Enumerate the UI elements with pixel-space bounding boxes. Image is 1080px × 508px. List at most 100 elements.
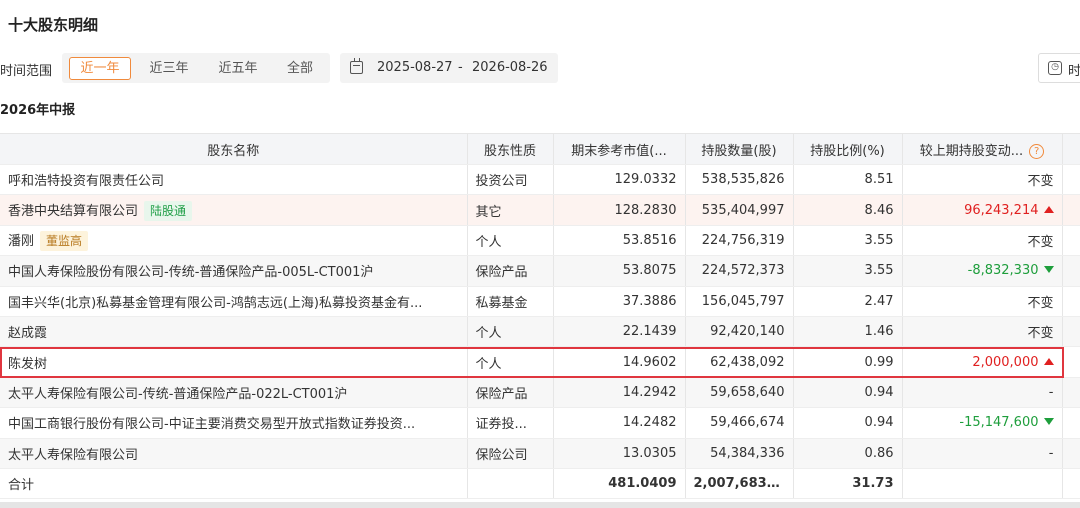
share-count: 59,466,674 [685,407,794,439]
shareholder-name: 太平人寿保险有限公司-传统-普通保险产品-022L-CT001沪 [0,377,468,409]
time-range-filter: 时间范围 近一年 近三年 近五年 全部 2025-08-27 - 2026-08… [0,53,1080,83]
time-range-segmented-control: 近一年 近三年 近五年 全部 [62,53,330,83]
share-count: 59,658,640 [685,377,794,409]
share-ratio: 2.47 [793,286,903,317]
table-row[interactable]: 中国工商银行股份有限公司-中证主要消费交易型开放式指数证券投资... 证券投..… [0,407,1080,439]
report-period-title: 2026年中报 [0,103,76,118]
market-value: 13.0305 [553,438,686,469]
share-ratio: 0.94 [793,377,903,409]
row-extra [1062,346,1080,378]
share-change: -8,832,330 [902,255,1063,287]
total-shares: 2,007,683,1... [685,468,794,500]
change-value: 不变 [1027,174,1054,190]
date-end: 2026-08-26 [472,60,548,75]
row-extra [1062,194,1080,226]
range-option-all[interactable]: 全部 [274,57,326,80]
share-count: 535,404,997 [685,194,794,226]
shareholder-type: 投资公司 [467,164,554,196]
shareholder-type: 保险产品 [467,255,554,287]
time-range-label: 时间范围 [0,64,53,79]
total-market-value: 481.0409 [553,468,686,500]
range-option-1y[interactable]: 近一年 [69,57,131,80]
col-header-market-value[interactable]: 期末参考市值(... [553,133,686,165]
share-count: 156,045,797 [685,286,794,317]
total-label: 合计 [0,468,468,500]
table-header-row: 股东名称 股东性质 期末参考市值(... 持股数量(股) 持股比例(%) 较上期… [0,133,1080,165]
total-type [467,468,554,500]
table-row[interactable]: 太平人寿保险有限公司-传统-普通保险产品-022L-CT001沪 保险产品 14… [0,377,1080,409]
table-row[interactable]: 中国人寿保险股份有限公司-传统-普通保险产品-005L-CT001沪 保险产品 … [0,255,1080,287]
shareholder-type: 保险产品 [467,377,554,409]
row-extra [1062,438,1080,469]
share-change: -15,147,600 [902,407,1063,439]
market-value: 22.1439 [553,316,686,348]
market-value: 53.8516 [553,225,686,257]
increase-arrow-icon [1043,205,1054,213]
help-icon[interactable]: ? [1029,143,1045,159]
shareholder-type: 私募基金 [467,286,554,317]
col-header-name[interactable]: 股东名称 [0,133,468,165]
shareholder-name: 国丰兴华(北京)私募基金管理有限公司-鸿鹄志远(上海)私募投资基金有... [0,286,468,317]
shareholder-name: 香港中央结算有限公司 陆股通 [0,194,468,226]
table-row[interactable]: 太平人寿保险有限公司 保险公司 13.0305 54,384,336 0.86 … [0,438,1080,469]
table-row[interactable]: 国丰兴华(北京)私募基金管理有限公司-鸿鹄志远(上海)私募投资基金有... 私募… [0,286,1080,317]
table-row[interactable]: 赵成霞 个人 22.1439 92,420,140 1.46 不变 [0,316,1080,348]
table-row[interactable]: 呼和浩特投资有限责任公司 投资公司 129.0332 538,535,826 8… [0,164,1080,196]
page-title: 十大股东明细 [8,16,99,34]
col-header-type[interactable]: 股东性质 [467,133,554,165]
shareholder-type: 个人 [467,346,554,378]
clock-toggle-icon: ◷ [1048,61,1062,75]
share-change: 2,000,000 [902,346,1063,378]
col-header-change[interactable]: 较上期持股变动...? [902,133,1063,165]
decrease-arrow-icon [1043,266,1054,274]
share-count: 224,572,373 [685,255,794,287]
market-value: 37.3886 [553,286,686,317]
date-start: 2025-08-27 [377,60,453,75]
shareholder-type: 证券投... [467,407,554,439]
shareholder-type: 其它 [467,194,554,226]
share-change: 不变 [902,316,1063,348]
shareholder-name: 陈发树 [0,346,468,378]
share-ratio: 0.86 [793,438,903,469]
date-range-picker[interactable]: 2025-08-27 - 2026-08-26 [340,53,558,83]
table-row[interactable]: 香港中央结算有限公司 陆股通 其它 128.2830 535,404,997 8.… [0,194,1080,226]
row-extra [1062,316,1080,348]
calendar-icon [350,58,363,74]
time-toggle-button[interactable]: ◷ 时 [1038,53,1080,83]
row-extra [1062,286,1080,317]
shareholder-name-text: 潘刚 [8,233,35,249]
row-extra [1062,225,1080,257]
table-row[interactable]: 潘刚 董监高 个人 53.8516 224,756,319 3.55 不变 [0,225,1080,257]
share-change: 不变 [902,164,1063,196]
change-value: -8,832,330 [967,263,1039,279]
table-row[interactable]: 陈发树 个人 14.9602 62,438,092 0.99 2,000,000 [0,346,1080,378]
market-value: 53.8075 [553,255,686,287]
tag-badge: 陆股通 [144,200,193,221]
range-option-3y[interactable]: 近三年 [138,57,200,80]
share-ratio: 3.55 [793,225,903,257]
col-header-ratio[interactable]: 持股比例(%) [793,133,903,165]
row-extra [1062,468,1080,500]
date-separator: - [458,60,463,75]
shareholder-type: 个人 [467,316,554,348]
increase-arrow-icon [1043,357,1054,365]
shareholders-table: 股东名称 股东性质 期末参考市值(... 持股数量(股) 持股比例(%) 较上期… [0,133,1080,500]
total-change [902,468,1063,500]
horizontal-scrollbar[interactable] [0,502,1080,508]
shareholder-type: 个人 [467,225,554,257]
share-ratio: 0.99 [793,346,903,378]
shareholder-name: 中国人寿保险股份有限公司-传统-普通保险产品-005L-CT001沪 [0,255,468,287]
shareholder-type: 保险公司 [467,438,554,469]
row-extra [1062,164,1080,196]
share-count: 54,384,336 [685,438,794,469]
market-value: 14.9602 [553,346,686,378]
range-option-5y[interactable]: 近五年 [207,57,269,80]
share-ratio: 8.51 [793,164,903,196]
col-header-shares[interactable]: 持股数量(股) [685,133,794,165]
shareholder-name: 呼和浩特投资有限责任公司 [0,164,468,196]
change-value: 96,243,214 [964,202,1039,218]
share-change: 不变 [902,225,1063,257]
market-value: 14.2482 [553,407,686,439]
market-value: 128.2830 [553,194,686,226]
share-count: 92,420,140 [685,316,794,348]
